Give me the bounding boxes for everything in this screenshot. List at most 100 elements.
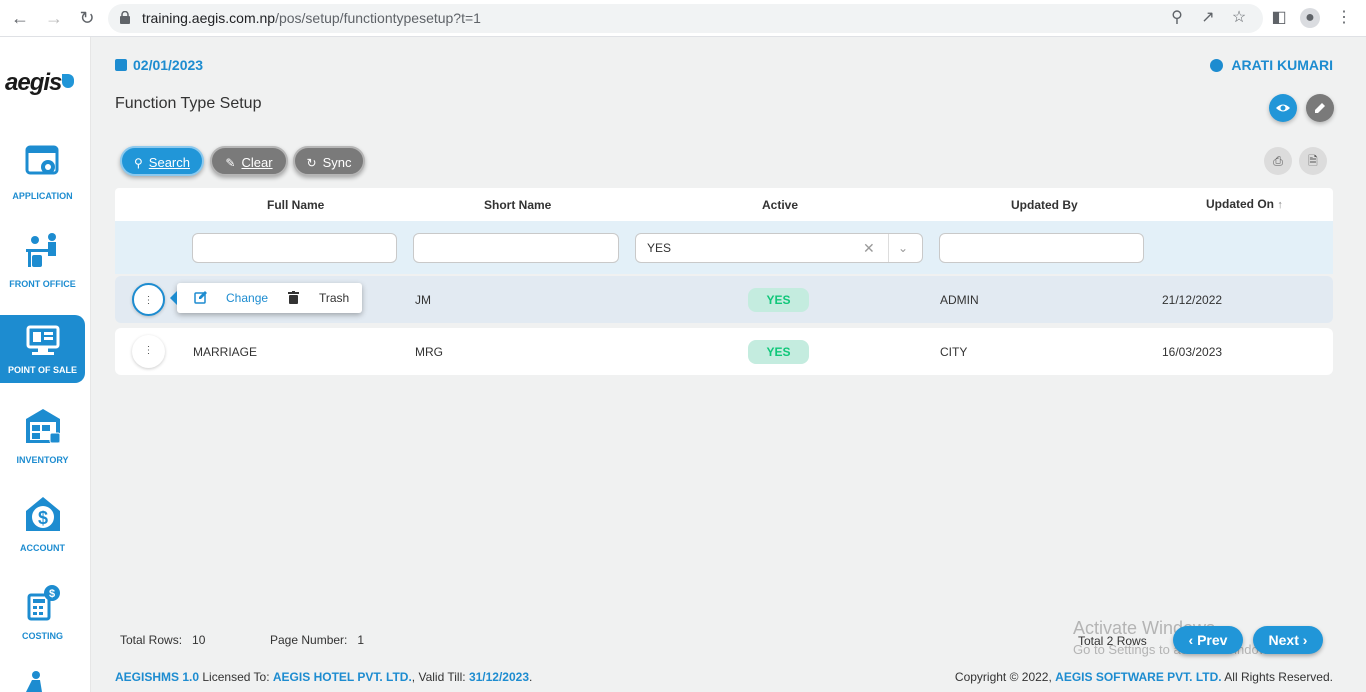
clear-button[interactable]: ✎ Clear — [210, 146, 288, 176]
next-button[interactable]: Next › — [1253, 626, 1323, 654]
column-updated-on[interactable]: Updated On ↑ — [1206, 197, 1283, 211]
search-label: Search — [148, 155, 190, 170]
column-short-name[interactable]: Short Name — [484, 198, 551, 212]
row-actions-button[interactable]: ⋮ — [132, 335, 165, 368]
aegis-logo[interactable]: aegis — [5, 69, 75, 97]
cell-updated-on: 21/12/2022 — [1162, 293, 1223, 307]
user-name: ARATI KUMARI — [1231, 57, 1333, 73]
full-name-filter[interactable] — [192, 233, 397, 263]
application-icon — [25, 145, 59, 175]
star-icon[interactable]: ☆ — [1229, 8, 1249, 28]
url-host: training.aegis.com.np — [142, 10, 276, 26]
sort-arrow-icon: ↑ — [1277, 199, 1283, 211]
kebab-menu-icon: ⋮ — [143, 345, 154, 356]
cell-short-name: JM — [415, 293, 431, 307]
point-of-sale-icon — [26, 325, 60, 355]
back-arrow-icon[interactable]: ← — [8, 7, 32, 31]
user-icon — [1210, 59, 1224, 72]
view-button[interactable] — [1269, 94, 1297, 122]
edit-button[interactable] — [1306, 94, 1334, 122]
prev-button[interactable]: ‹ Prev — [1173, 626, 1243, 654]
user-menu[interactable]: ARATI KUMARI — [1210, 57, 1333, 73]
sidebar-item-label: ACCOUNT — [20, 543, 65, 553]
costing-icon: $ — [27, 585, 60, 621]
column-full-name[interactable]: Full Name — [267, 198, 324, 212]
url-path: /pos/setup/functiontypesetup?t=1 — [275, 10, 481, 26]
key-icon[interactable]: ⚲ — [1167, 8, 1187, 28]
updated-by-filter[interactable] — [939, 233, 1144, 263]
sidebar-item-label: FRONT OFFICE — [9, 279, 76, 289]
eye-icon — [1276, 104, 1290, 112]
sidebar-item-label: POINT OF SALE — [7, 365, 77, 375]
change-menu-item[interactable]: Change — [226, 291, 268, 305]
chevron-right-icon: › — [1302, 632, 1308, 648]
account-icon: $ — [26, 497, 60, 531]
forward-arrow-icon[interactable]: → — [42, 7, 66, 31]
sidebar-item-account[interactable]: $ ACCOUNT — [0, 495, 85, 565]
sync-button[interactable]: ↻ Sync — [293, 146, 365, 176]
table-row[interactable]: ⋮ MARRIAGE MRG YES CITY 16/03/2023 — [115, 328, 1333, 375]
trash-menu-item[interactable]: Trash — [319, 291, 349, 305]
short-name-filter[interactable] — [413, 233, 619, 263]
sync-icon: ↻ — [306, 156, 317, 170]
front-office-icon — [26, 233, 56, 267]
more-menu-icon[interactable]: ⋮ — [1334, 8, 1354, 28]
prev-label: Prev — [1197, 632, 1228, 648]
export-excel-button[interactable]: 🗎 — [1299, 147, 1327, 175]
page-number: Page Number: 1 — [270, 633, 364, 647]
row-actions-button[interactable]: ⋮ — [132, 283, 165, 316]
inventory-icon — [26, 409, 61, 444]
browser-toolbar: ← → ↻ training.aegis.com.np/pos/setup/fu… — [0, 0, 1366, 37]
column-updated-by[interactable]: Updated By — [1011, 198, 1078, 212]
valid-till-date: 31/12/2023 — [468, 670, 529, 684]
active-badge: YES — [748, 288, 809, 312]
url-text: training.aegis.com.np/pos/setup/function… — [142, 10, 481, 26]
valid-till-label: , Valid Till: — [411, 670, 466, 684]
logo-text: aegis — [5, 69, 62, 96]
share-icon[interactable]: ↗ — [1198, 8, 1218, 28]
person-icon[interactable] — [22, 670, 46, 692]
search-button[interactable]: ⚲ Search — [120, 146, 204, 176]
sidebar-item-label: INVENTORY — [16, 455, 69, 465]
page-title: Function Type Setup — [115, 95, 262, 112]
sidebar-item-label: COSTING — [21, 631, 63, 641]
cell-short-name: MRG — [415, 345, 443, 359]
kebab-menu-icon: ⋮ — [143, 295, 154, 306]
lock-icon — [120, 11, 130, 24]
profile-icon[interactable]: ● — [1300, 8, 1320, 28]
clear-label: Clear — [241, 155, 273, 170]
cell-updated-by: CITY — [940, 345, 968, 359]
sidebar-item-inventory[interactable]: INVENTORY — [0, 407, 85, 477]
chevron-left-icon: ‹ — [1188, 632, 1194, 648]
address-bar[interactable]: training.aegis.com.np/pos/setup/function… — [108, 4, 1263, 33]
side-panel-icon[interactable]: ◧ — [1269, 8, 1289, 28]
active-filter-select[interactable]: YES ✕ ⌄ — [635, 233, 923, 263]
license-info: AEGISHMS 1.0 Licensed To: AEGIS HOTEL PV… — [115, 670, 533, 684]
cell-updated-by: ADMIN — [940, 293, 979, 307]
total-rows: Total Rows: 10 — [120, 633, 205, 647]
reload-icon[interactable]: ↻ — [75, 7, 99, 31]
edit-icon — [194, 291, 207, 304]
svg-text:$: $ — [38, 508, 48, 528]
page-number-label: Page Number: — [270, 633, 348, 647]
clear-selection-icon[interactable]: ✕ — [863, 234, 875, 262]
printer-icon: ⎙ — [1273, 154, 1283, 168]
print-button[interactable]: ⎙ — [1264, 147, 1292, 175]
sidebar-item-front-office[interactable]: FRONT OFFICE — [0, 231, 85, 301]
column-updated-on-label: Updated On — [1206, 197, 1274, 211]
date-text: 02/01/2023 — [133, 57, 204, 73]
calendar-icon — [115, 59, 127, 71]
total-rows-label: Total Rows: — [120, 633, 183, 647]
active-filter-value: YES — [647, 241, 672, 255]
copyright: Copyright © 2022, AEGIS SOFTWARE PVT. LT… — [955, 670, 1333, 684]
sidebar-item-application[interactable]: APPLICATION — [0, 143, 85, 213]
sidebar-item-label: APPLICATION — [12, 191, 73, 201]
chevron-down-icon[interactable]: ⌄ — [898, 234, 908, 262]
page-number-value: 1 — [357, 633, 365, 647]
sidebar-item-point-of-sale[interactable]: POINT OF SALE — [0, 315, 85, 383]
sidebar: aegis APPLICATION FRONT OFFICE POINT OF … — [0, 37, 91, 692]
sync-label: Sync — [322, 155, 352, 170]
rights-text: All Rights Reserved. — [1224, 670, 1333, 684]
sidebar-item-costing[interactable]: $ COSTING — [0, 583, 85, 653]
column-active[interactable]: Active — [762, 198, 798, 212]
